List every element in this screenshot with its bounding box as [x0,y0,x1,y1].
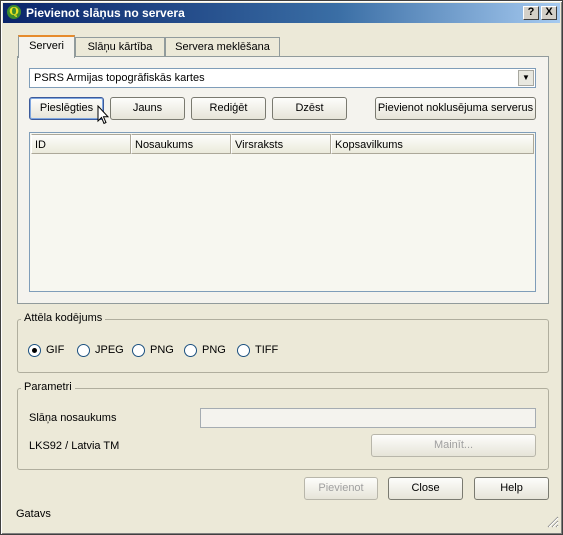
edit-button[interactable]: Rediģēt [191,97,266,120]
radio-tiff[interactable] [237,344,250,357]
radio-jpeg-label[interactable]: JPEG [95,344,124,356]
new-button[interactable]: Jauns [110,97,185,120]
crs-label: LKS92 / Latvia TM [29,440,120,452]
layer-name-label: Slāņa nosaukums [29,412,117,424]
title-bar[interactable]: Q Pievienot slāņus no servera ? X [3,3,560,23]
resize-grip-icon[interactable] [547,516,559,531]
tab-server-search[interactable]: Servera meklēšana [165,37,280,57]
connect-button[interactable]: Pieslēgties [29,97,104,120]
parameters-group [17,388,549,470]
radio-gif-label[interactable]: GIF [46,344,64,356]
encoding-group-title: Attēla kodējums [21,312,106,324]
tab-layer-order[interactable]: Slāņu kārtība [75,37,165,57]
dialog-window: Q Pievienot slāņus no servera ? X Server… [0,0,563,535]
server-select[interactable]: PSRS Armijas topogrāfiskās kartes ▼ [29,68,536,88]
layers-table[interactable]: ID Nosaukums Virsraksts Kopsavilkums [29,132,536,292]
close-title-button[interactable]: X [541,6,557,20]
parameters-group-title: Parametri [21,381,75,393]
close-button[interactable]: Close [388,477,463,500]
column-header-id[interactable]: ID [31,134,131,154]
help-title-button[interactable]: ? [523,6,539,20]
radio-png[interactable] [132,344,145,357]
layer-name-input[interactable] [200,408,536,428]
radio-png-2[interactable] [184,344,197,357]
column-header-title[interactable]: Virsraksts [231,134,331,154]
radio-png-label[interactable]: PNG [150,344,174,356]
column-header-abstract[interactable]: Kopsavilkums [331,134,534,154]
radio-png-2-label[interactable]: PNG [202,344,226,356]
mouse-pointer-icon [97,104,110,128]
change-crs-button[interactable]: Mainīt... [371,434,536,457]
add-button[interactable]: Pievienot [304,477,378,500]
radio-jpeg[interactable] [77,344,90,357]
qgis-app-icon: Q [7,5,21,19]
radio-gif[interactable] [28,344,41,357]
radio-tiff-label[interactable]: TIFF [255,344,278,356]
window-title: Pievienot slāņus no servera [26,6,185,20]
delete-button[interactable]: Dzēst [272,97,347,120]
help-button[interactable]: Help [474,477,549,500]
chevron-down-icon[interactable]: ▼ [518,70,534,86]
column-header-name[interactable]: Nosaukums [131,134,231,154]
status-text: Gatavs [16,508,51,520]
tab-serveri[interactable]: Serveri [18,35,75,58]
server-select-value: PSRS Armijas topogrāfiskās kartes [34,72,205,84]
add-default-servers-button[interactable]: Pievienot noklusējuma serverus [375,97,536,120]
